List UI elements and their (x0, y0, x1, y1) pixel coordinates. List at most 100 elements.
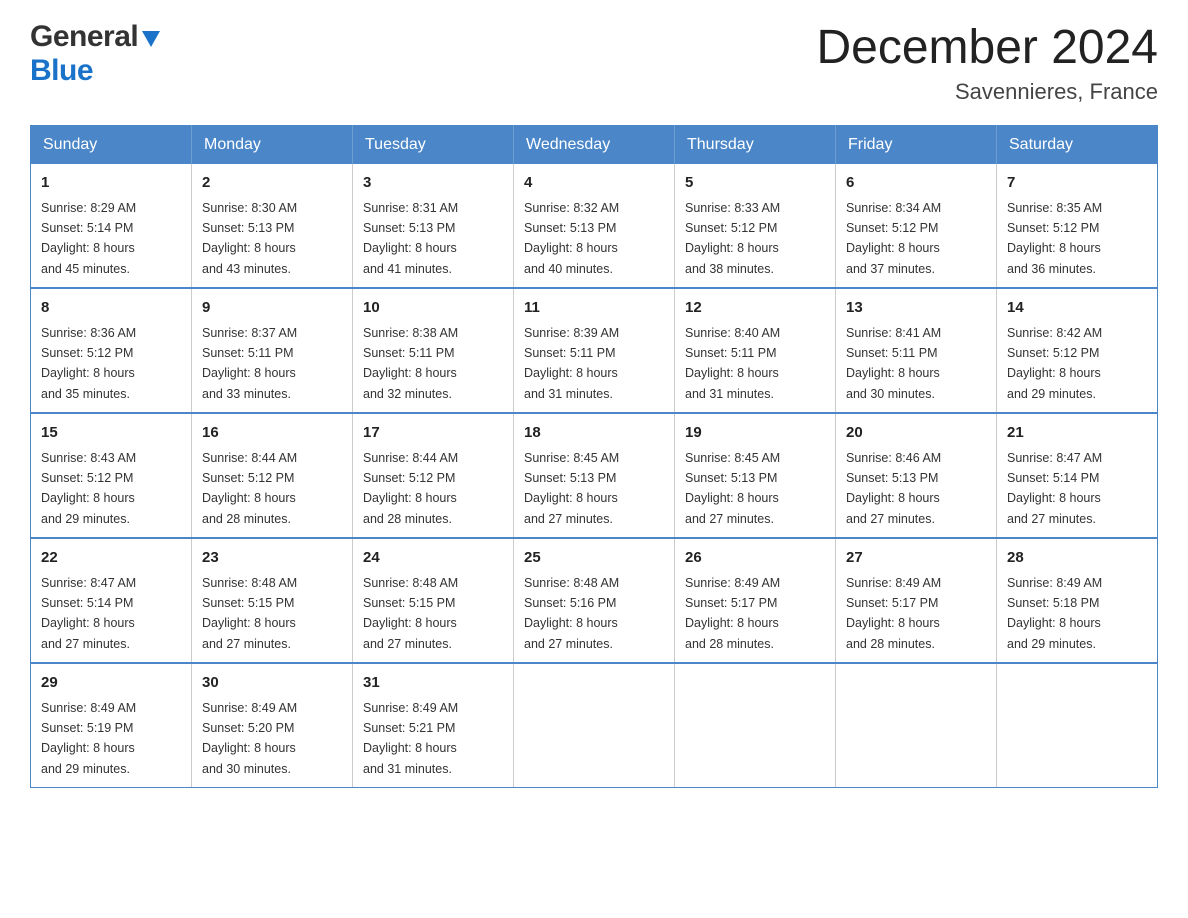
col-tuesday: Tuesday (353, 126, 514, 165)
table-row: 2 Sunrise: 8:30 AMSunset: 5:13 PMDayligh… (192, 164, 353, 288)
col-friday: Friday (836, 126, 997, 165)
day-number: 22 (41, 547, 181, 570)
table-row: 3 Sunrise: 8:31 AMSunset: 5:13 PMDayligh… (353, 164, 514, 288)
day-number: 10 (363, 297, 503, 320)
day-info: Sunrise: 8:32 AMSunset: 5:13 PMDaylight:… (524, 201, 619, 276)
day-info: Sunrise: 8:49 AMSunset: 5:17 PMDaylight:… (846, 576, 941, 651)
day-number: 20 (846, 422, 986, 445)
day-info: Sunrise: 8:47 AMSunset: 5:14 PMDaylight:… (1007, 451, 1102, 526)
table-row: 18 Sunrise: 8:45 AMSunset: 5:13 PMDaylig… (514, 413, 675, 538)
table-row: 24 Sunrise: 8:48 AMSunset: 5:15 PMDaylig… (353, 538, 514, 663)
day-info: Sunrise: 8:38 AMSunset: 5:11 PMDaylight:… (363, 326, 458, 401)
day-number: 19 (685, 422, 825, 445)
table-row: 11 Sunrise: 8:39 AMSunset: 5:11 PMDaylig… (514, 288, 675, 413)
day-number: 11 (524, 297, 664, 320)
table-row: 29 Sunrise: 8:49 AMSunset: 5:19 PMDaylig… (31, 663, 192, 788)
day-info: Sunrise: 8:41 AMSunset: 5:11 PMDaylight:… (846, 326, 941, 401)
table-row: 23 Sunrise: 8:48 AMSunset: 5:15 PMDaylig… (192, 538, 353, 663)
calendar-week-row: 29 Sunrise: 8:49 AMSunset: 5:19 PMDaylig… (31, 663, 1158, 788)
table-row: 9 Sunrise: 8:37 AMSunset: 5:11 PMDayligh… (192, 288, 353, 413)
calendar-week-row: 15 Sunrise: 8:43 AMSunset: 5:12 PMDaylig… (31, 413, 1158, 538)
table-row (997, 663, 1158, 788)
day-info: Sunrise: 8:39 AMSunset: 5:11 PMDaylight:… (524, 326, 619, 401)
table-row: 10 Sunrise: 8:38 AMSunset: 5:11 PMDaylig… (353, 288, 514, 413)
table-row: 31 Sunrise: 8:49 AMSunset: 5:21 PMDaylig… (353, 663, 514, 788)
day-number: 9 (202, 297, 342, 320)
table-row: 8 Sunrise: 8:36 AMSunset: 5:12 PMDayligh… (31, 288, 192, 413)
title-section: December 2024 Savennieres, France (816, 20, 1158, 105)
day-info: Sunrise: 8:42 AMSunset: 5:12 PMDaylight:… (1007, 326, 1102, 401)
day-number: 2 (202, 172, 342, 195)
day-number: 3 (363, 172, 503, 195)
day-number: 4 (524, 172, 664, 195)
day-number: 15 (41, 422, 181, 445)
table-row: 4 Sunrise: 8:32 AMSunset: 5:13 PMDayligh… (514, 164, 675, 288)
day-info: Sunrise: 8:30 AMSunset: 5:13 PMDaylight:… (202, 201, 297, 276)
table-row: 7 Sunrise: 8:35 AMSunset: 5:12 PMDayligh… (997, 164, 1158, 288)
day-info: Sunrise: 8:43 AMSunset: 5:12 PMDaylight:… (41, 451, 136, 526)
page-header: General Blue December 2024 Savennieres, … (30, 20, 1158, 105)
location-title: Savennieres, France (816, 79, 1158, 105)
day-number: 21 (1007, 422, 1147, 445)
day-info: Sunrise: 8:49 AMSunset: 5:21 PMDaylight:… (363, 701, 458, 776)
table-row: 5 Sunrise: 8:33 AMSunset: 5:12 PMDayligh… (675, 164, 836, 288)
table-row (836, 663, 997, 788)
col-saturday: Saturday (997, 126, 1158, 165)
table-row: 25 Sunrise: 8:48 AMSunset: 5:16 PMDaylig… (514, 538, 675, 663)
day-number: 8 (41, 297, 181, 320)
table-row: 20 Sunrise: 8:46 AMSunset: 5:13 PMDaylig… (836, 413, 997, 538)
table-row: 26 Sunrise: 8:49 AMSunset: 5:17 PMDaylig… (675, 538, 836, 663)
day-number: 16 (202, 422, 342, 445)
day-number: 27 (846, 547, 986, 570)
logo-triangle-icon (140, 27, 162, 49)
calendar-table: Sunday Monday Tuesday Wednesday Thursday… (30, 125, 1158, 788)
col-monday: Monday (192, 126, 353, 165)
table-row: 6 Sunrise: 8:34 AMSunset: 5:12 PMDayligh… (836, 164, 997, 288)
day-info: Sunrise: 8:44 AMSunset: 5:12 PMDaylight:… (202, 451, 297, 526)
col-wednesday: Wednesday (514, 126, 675, 165)
day-number: 25 (524, 547, 664, 570)
day-info: Sunrise: 8:46 AMSunset: 5:13 PMDaylight:… (846, 451, 941, 526)
day-number: 12 (685, 297, 825, 320)
table-row (514, 663, 675, 788)
day-info: Sunrise: 8:48 AMSunset: 5:15 PMDaylight:… (363, 576, 458, 651)
day-info: Sunrise: 8:49 AMSunset: 5:18 PMDaylight:… (1007, 576, 1102, 651)
table-row: 27 Sunrise: 8:49 AMSunset: 5:17 PMDaylig… (836, 538, 997, 663)
day-info: Sunrise: 8:44 AMSunset: 5:12 PMDaylight:… (363, 451, 458, 526)
day-number: 14 (1007, 297, 1147, 320)
day-number: 5 (685, 172, 825, 195)
table-row: 12 Sunrise: 8:40 AMSunset: 5:11 PMDaylig… (675, 288, 836, 413)
logo-general-text: General (30, 20, 138, 54)
table-row (675, 663, 836, 788)
day-info: Sunrise: 8:45 AMSunset: 5:13 PMDaylight:… (524, 451, 619, 526)
table-row: 21 Sunrise: 8:47 AMSunset: 5:14 PMDaylig… (997, 413, 1158, 538)
table-row: 19 Sunrise: 8:45 AMSunset: 5:13 PMDaylig… (675, 413, 836, 538)
table-row: 30 Sunrise: 8:49 AMSunset: 5:20 PMDaylig… (192, 663, 353, 788)
day-number: 30 (202, 672, 342, 695)
calendar-week-row: 22 Sunrise: 8:47 AMSunset: 5:14 PMDaylig… (31, 538, 1158, 663)
day-number: 28 (1007, 547, 1147, 570)
day-info: Sunrise: 8:48 AMSunset: 5:15 PMDaylight:… (202, 576, 297, 651)
day-info: Sunrise: 8:49 AMSunset: 5:17 PMDaylight:… (685, 576, 780, 651)
col-sunday: Sunday (31, 126, 192, 165)
day-number: 29 (41, 672, 181, 695)
table-row: 28 Sunrise: 8:49 AMSunset: 5:18 PMDaylig… (997, 538, 1158, 663)
day-info: Sunrise: 8:35 AMSunset: 5:12 PMDaylight:… (1007, 201, 1102, 276)
day-number: 13 (846, 297, 986, 320)
day-number: 7 (1007, 172, 1147, 195)
day-info: Sunrise: 8:40 AMSunset: 5:11 PMDaylight:… (685, 326, 780, 401)
month-title: December 2024 (816, 20, 1158, 75)
table-row: 14 Sunrise: 8:42 AMSunset: 5:12 PMDaylig… (997, 288, 1158, 413)
day-number: 18 (524, 422, 664, 445)
day-info: Sunrise: 8:37 AMSunset: 5:11 PMDaylight:… (202, 326, 297, 401)
day-info: Sunrise: 8:45 AMSunset: 5:13 PMDaylight:… (685, 451, 780, 526)
day-number: 17 (363, 422, 503, 445)
table-row: 22 Sunrise: 8:47 AMSunset: 5:14 PMDaylig… (31, 538, 192, 663)
day-number: 6 (846, 172, 986, 195)
day-info: Sunrise: 8:33 AMSunset: 5:12 PMDaylight:… (685, 201, 780, 276)
table-row: 17 Sunrise: 8:44 AMSunset: 5:12 PMDaylig… (353, 413, 514, 538)
table-row: 16 Sunrise: 8:44 AMSunset: 5:12 PMDaylig… (192, 413, 353, 538)
day-info: Sunrise: 8:36 AMSunset: 5:12 PMDaylight:… (41, 326, 136, 401)
day-number: 23 (202, 547, 342, 570)
table-row: 1 Sunrise: 8:29 AMSunset: 5:14 PMDayligh… (31, 164, 192, 288)
